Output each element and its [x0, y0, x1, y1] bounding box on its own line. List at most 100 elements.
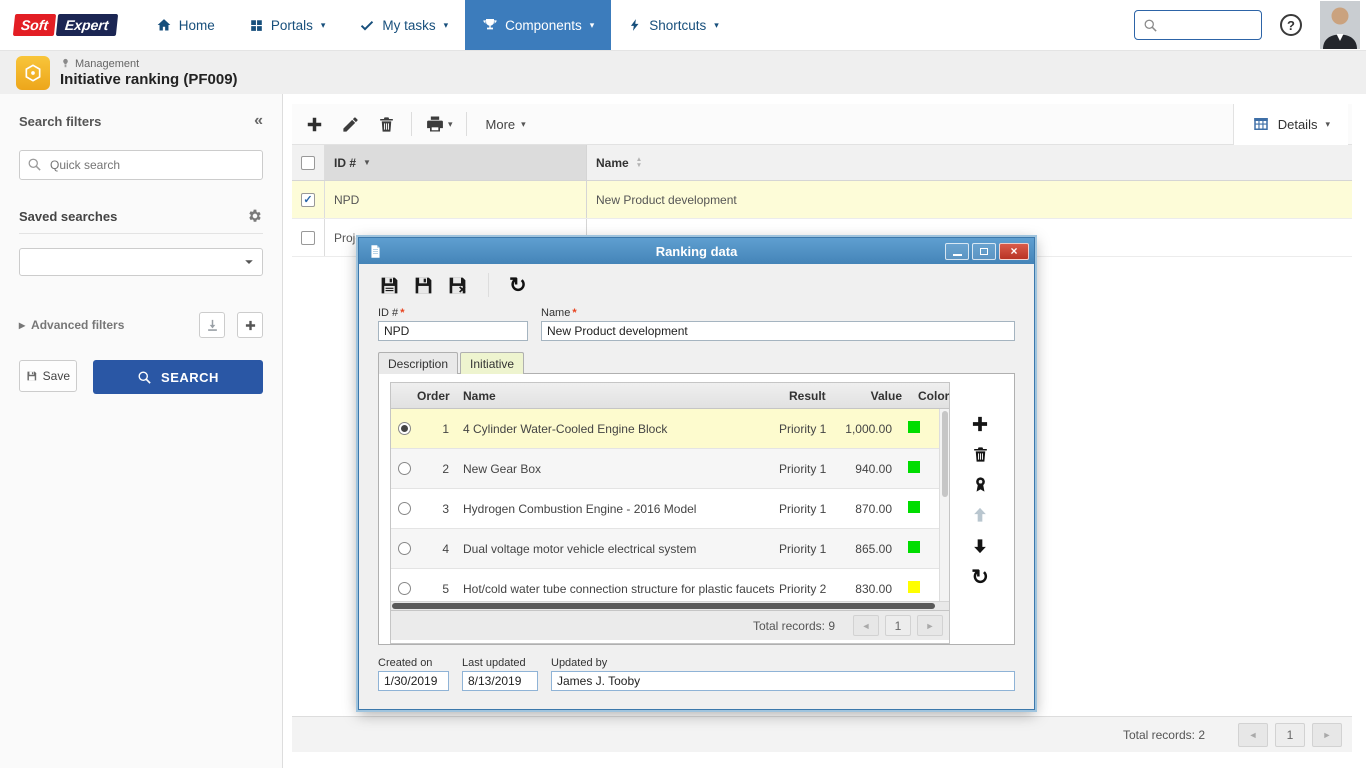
initiative-table-header: Order Name Result Value Color — [391, 383, 949, 409]
row-checkbox[interactable]: ✓ — [301, 193, 315, 207]
tab-initiative[interactable]: Initiative — [460, 352, 524, 374]
initiative-actions: ↻ — [950, 382, 1010, 644]
save-search-button[interactable]: Save — [19, 360, 77, 392]
column-header-name[interactable]: Name ▲▼ — [587, 145, 1352, 180]
initiative-row[interactable]: 2 New Gear Box Priority 1 940.00 — [391, 449, 949, 489]
next-page-button[interactable]: ► — [917, 615, 943, 636]
delete-record-button[interactable] — [368, 106, 404, 142]
more-actions-button[interactable]: More ▾ — [474, 106, 538, 142]
nav-components-label: Components — [505, 18, 582, 33]
table-row[interactable]: ✓ NPD New Product development — [292, 181, 1352, 219]
move-up-button[interactable] — [970, 505, 990, 525]
save-and-close-button[interactable] — [447, 275, 468, 296]
id-column-label: ID # — [334, 156, 356, 170]
component-hexagon-icon — [16, 56, 50, 90]
print-button[interactable]: ▾ — [419, 106, 459, 142]
search-button-label: SEARCH — [161, 370, 219, 385]
row-radio[interactable] — [398, 422, 411, 435]
horizontal-scrollbar[interactable] — [391, 601, 949, 610]
minimize-button[interactable] — [945, 243, 969, 260]
maximize-icon — [980, 248, 988, 255]
name-field-label: Name — [541, 307, 570, 319]
column-color[interactable]: Color — [909, 389, 949, 403]
initiative-row[interactable]: 3 Hydrogen Combustion Engine - 2016 Mode… — [391, 489, 949, 529]
edit-record-button[interactable] — [332, 106, 368, 142]
initiative-tab-panel: Order Name Result Value Color 1 4 Cylind… — [378, 373, 1015, 645]
user-avatar[interactable] — [1320, 1, 1360, 49]
initiative-row[interactable]: 5 Hot/cold water tube connection structu… — [391, 569, 949, 601]
scrollbar-thumb[interactable] — [392, 603, 935, 609]
collapse-panel-button[interactable]: « — [254, 112, 263, 130]
add-filter-button[interactable] — [237, 312, 263, 338]
row-radio[interactable] — [398, 462, 411, 475]
nav-components[interactable]: Components ▾ — [465, 0, 611, 50]
column-value[interactable]: Value — [847, 389, 909, 403]
global-search-input[interactable] — [1158, 17, 1248, 33]
quick-search-input[interactable] — [19, 150, 263, 180]
color-chip — [908, 581, 920, 593]
refresh-list-button[interactable]: ↻ — [971, 567, 989, 588]
select-all-checkbox[interactable] — [301, 156, 315, 170]
chevron-down-icon — [236, 249, 262, 275]
column-header-id[interactable]: ID # ▼ — [325, 145, 587, 180]
add-record-button[interactable] — [296, 106, 332, 142]
name-input[interactable] — [541, 321, 1015, 341]
scrollbar-thumb[interactable] — [942, 411, 948, 497]
gear-icon[interactable] — [247, 208, 263, 224]
row-name: New Product development — [596, 193, 737, 207]
expand-right-icon: ▸ — [19, 318, 25, 332]
details-view-button[interactable]: Details ▾ — [1233, 104, 1348, 145]
global-search-box[interactable] — [1134, 10, 1262, 40]
refresh-button[interactable]: ↻ — [509, 275, 527, 296]
saved-searches-select[interactable] — [19, 248, 263, 276]
caret-down-icon: ▾ — [444, 21, 449, 30]
row-name: Hydrogen Combustion Engine - 2016 Model — [455, 502, 777, 516]
maximize-button[interactable] — [972, 243, 996, 260]
move-down-button[interactable] — [970, 536, 990, 556]
row-value: 870.00 — [837, 502, 899, 516]
save-new-button[interactable] — [413, 275, 434, 296]
prev-page-button[interactable]: ◄ — [853, 615, 879, 636]
advanced-filters-toggle[interactable]: ▸ Advanced filters — [19, 318, 124, 332]
column-name[interactable]: Name — [455, 389, 787, 403]
dialog-titlebar[interactable]: Ranking data × — [359, 238, 1034, 264]
row-radio[interactable] — [398, 542, 411, 555]
pencil-icon — [341, 115, 360, 134]
softexpert-logo[interactable]: Soft Expert — [14, 14, 117, 36]
tab-description[interactable]: Description — [378, 352, 458, 374]
search-button[interactable]: SEARCH — [93, 360, 263, 394]
color-chip — [908, 421, 920, 433]
id-input[interactable] — [378, 321, 528, 341]
id-field-label: ID # — [378, 307, 398, 319]
column-result[interactable]: Result — [787, 389, 847, 403]
import-filter-button[interactable] — [199, 312, 225, 338]
add-initiative-button[interactable] — [970, 414, 990, 434]
column-order[interactable]: Order — [417, 389, 455, 403]
initiative-row[interactable]: 1 4 Cylinder Water-Cooled Engine Block P… — [391, 409, 949, 449]
components-trophy-icon — [482, 17, 498, 33]
row-radio[interactable] — [398, 582, 411, 595]
initiative-row[interactable]: 4 Dual voltage motor vehicle electrical … — [391, 529, 949, 569]
delete-initiative-button[interactable] — [971, 445, 990, 464]
trash-icon — [971, 445, 990, 464]
rank-initiative-button[interactable] — [971, 475, 990, 494]
total-records-label: Total records: 2 — [1123, 728, 1205, 742]
nav-shortcuts[interactable]: Shortcuts ▾ — [611, 0, 736, 50]
help-button[interactable]: ? — [1280, 14, 1302, 36]
nav-portals[interactable]: Portals ▾ — [232, 0, 343, 50]
created-on-field — [378, 671, 449, 691]
close-button[interactable]: × — [999, 243, 1029, 260]
save-button[interactable] — [379, 275, 400, 296]
row-checkbox[interactable] — [301, 231, 315, 245]
trash-icon — [377, 115, 396, 134]
tasks-check-icon — [359, 17, 375, 33]
row-radio[interactable] — [398, 502, 411, 515]
refresh-icon: ↻ — [509, 275, 527, 296]
row-value: 830.00 — [837, 582, 899, 596]
vertical-scrollbar[interactable] — [939, 409, 949, 601]
next-page-button[interactable]: ► — [1312, 723, 1342, 747]
nav-home[interactable]: Home — [139, 0, 232, 50]
nav-my-tasks[interactable]: My tasks ▾ — [342, 0, 465, 50]
arrow-up-icon — [970, 505, 990, 525]
prev-page-button[interactable]: ◄ — [1238, 723, 1268, 747]
